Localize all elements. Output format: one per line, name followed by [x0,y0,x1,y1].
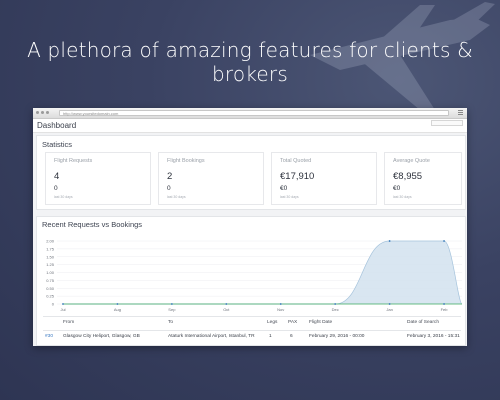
browser-menu-icon[interactable] [458,110,463,115]
stat-period: last 30 days [167,195,186,199]
stat-period: last 30 days [54,195,73,199]
requests-point [170,303,173,305]
stat-label: Total Quoted [280,158,312,164]
x-tick-label: Oct [223,307,230,312]
requests-bookings-chart: 0 0.25 0.50 0.75 1.00 1.25 1.50 1.75 2.00 Jul Aug S… [46,239,463,312]
bookings-point [388,240,391,242]
statistics-title: Statistics [42,140,73,149]
stat-label: Flight Requests [54,158,93,164]
x-tick-label: Sep [168,307,176,312]
minimize-dot[interactable] [41,111,44,114]
request-id-link[interactable]: #30 [45,334,53,339]
requests-bookings-card: 0 0.25 0.50 0.75 1.00 1.25 1.50 1.75 2.00 Jul Aug S… [36,216,466,346]
stat-flight-requests[interactable]: Flight Requests 4 0 last 30 days [45,152,151,205]
headline: A plethora of amazing features for clien… [27,38,473,86]
y-tick-label: 1.25 [46,262,55,267]
bookings-point [443,240,445,242]
stat-value: 4 [54,171,60,182]
requests-table: From To Legs PAX Flight Date Date of Sea… [43,316,461,344]
stat-period: last 30 days [393,195,412,199]
x-tick-label: Jul [60,307,65,312]
stat-sub-value: 0 [54,185,58,192]
x-tick-label: Jan [386,307,392,312]
window-controls[interactable] [36,111,49,114]
y-tick-label: 2.00 [46,239,55,244]
requests-point [279,303,282,305]
cell-pax: 6 [290,334,293,339]
stat-sub-value: €0 [280,185,288,192]
requests-point [62,303,64,305]
stat-value: €17,910 [280,171,315,182]
x-tick-label: Feb [441,307,449,312]
requests-point [334,303,337,305]
page-title: Dashboard [37,121,77,130]
stat-label: Average Quote [393,158,430,164]
stat-total-quoted[interactable]: Total Quoted €17,910 €0 last 30 days [271,152,377,205]
stat-average-quote[interactable]: Average Quote €8,955 €0 last 30 days [384,152,462,205]
stat-sub-value: €0 [393,185,401,192]
requests-point [388,303,391,305]
y-tick-label: 1.50 [46,254,55,259]
requests-point [116,303,119,305]
cell-to: Ataturk International Airport, Istanbul,… [168,334,255,339]
address-bar[interactable]: http://www.yoursitedomain.com [59,110,449,116]
stat-value: €8,955 [393,171,423,182]
x-tick-label: Dec [332,307,339,312]
header-search-input[interactable] [431,120,463,126]
page-header: Dashboard [33,119,467,133]
requests-point [443,303,445,305]
chart-title: Recent Requests vs Bookings [42,220,143,229]
col-legs: Legs [267,320,278,325]
stat-label: Flight Bookings [167,158,205,164]
x-tick-label: Nov [277,307,284,312]
browser-window: http://www.yoursitedomain.com Dashboard … [33,108,467,346]
requests-point [225,303,228,305]
y-tick-label: 1.00 [46,270,55,275]
stat-period: last 30 days [280,195,299,199]
cell-legs: 1 [269,334,272,339]
col-pax: PAX [288,320,298,325]
cell-date-of-search: February 3, 2016 - 15:31 [407,334,460,339]
y-tick-label: 0.50 [46,286,55,291]
stat-value: 2 [167,171,173,182]
cell-flight-date: February 29, 2016 - 00:00 [309,334,365,339]
col-date-of-search: Date of Search [407,320,439,325]
x-tick-label: Aug [114,307,121,312]
y-tick-label: 0.25 [46,294,55,299]
cell-from: Glasgow City Heliport, Glasgow, GB [63,334,140,339]
statistics-card: Statistics Flight Requests 4 0 last 30 d… [36,135,466,210]
browser-titlebar: http://www.yoursitedomain.com [33,108,467,119]
stat-flight-bookings[interactable]: Flight Bookings 2 0 last 30 days [158,152,264,205]
table-row[interactable]: #30 Glasgow City Heliport, Glasgow, GB A… [43,330,461,344]
col-flight-date: Flight Date [309,320,333,325]
y-tick-label: 1.75 [46,246,55,251]
maximize-dot[interactable] [46,111,49,114]
col-from: From [63,320,75,325]
table-header-row: From To Legs PAX Flight Date Date of Sea… [43,316,461,330]
y-tick-label: 0.75 [46,278,55,283]
y-tick-label: 0 [52,302,55,307]
stat-sub-value: 0 [167,185,171,192]
col-to: To [168,320,174,325]
close-dot[interactable] [36,111,39,114]
